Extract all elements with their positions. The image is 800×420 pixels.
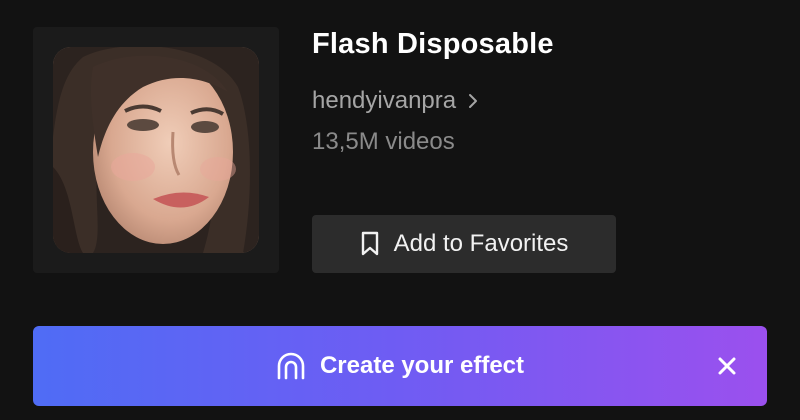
effect-title: Flash Disposable	[312, 28, 554, 60]
creator-link[interactable]: hendyivanpra	[312, 85, 478, 117]
add-to-favorites-button[interactable]: Add to Favorites	[312, 215, 616, 273]
close-icon[interactable]	[715, 354, 739, 378]
bookmark-icon	[360, 231, 380, 257]
portrait-image	[53, 47, 259, 253]
create-effect-label: Create your effect	[319, 352, 525, 379]
video-count: 13,5M videos	[312, 128, 455, 155]
arch-icon	[276, 352, 306, 380]
add-to-favorites-label: Add to Favorites	[393, 230, 569, 257]
effect-thumbnail-card	[33, 27, 279, 273]
chevron-right-icon	[468, 93, 478, 109]
create-effect-banner[interactable]: Create your effect	[33, 326, 767, 406]
creator-name: hendyivanpra	[312, 87, 457, 114]
effect-thumbnail[interactable]	[53, 47, 259, 253]
